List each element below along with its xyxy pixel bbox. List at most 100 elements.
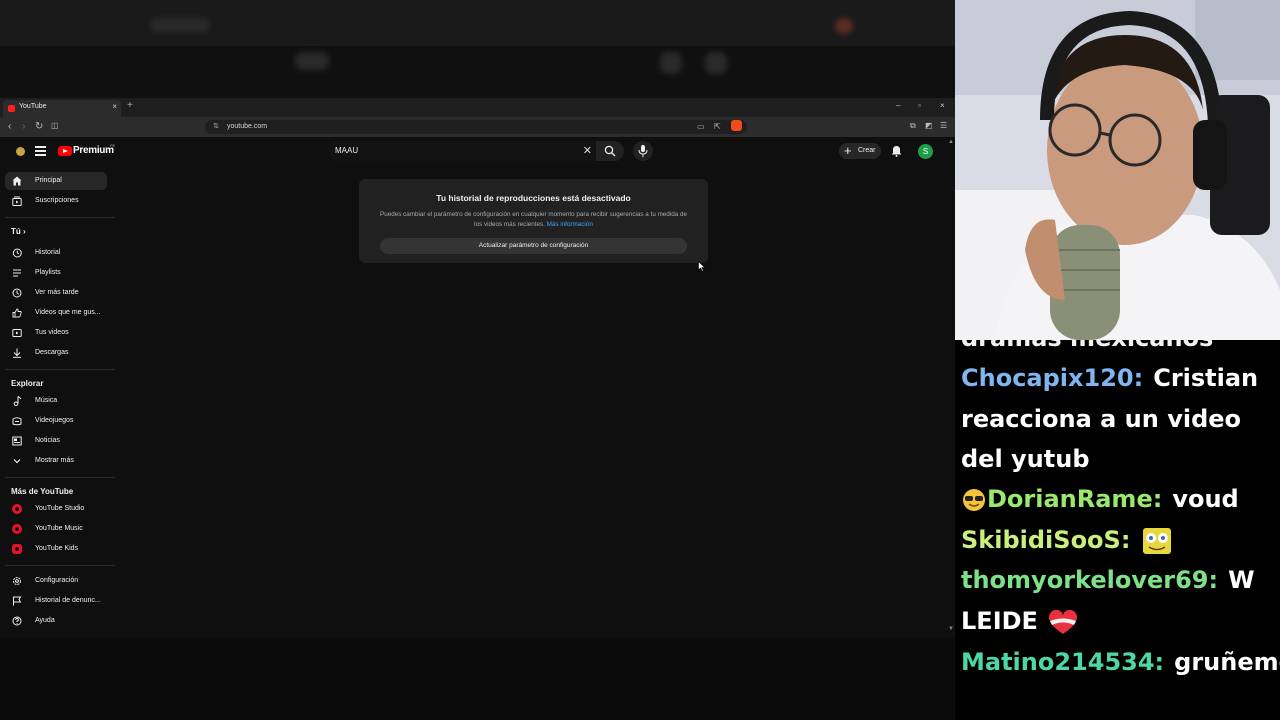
tab-close-icon[interactable]: ×: [112, 102, 117, 111]
notifications-bell-icon[interactable]: [891, 145, 902, 157]
sidebar-item-label: Suscripciones: [35, 197, 79, 204]
sidebar-item-news[interactable]: Noticias: [5, 432, 107, 450]
sidebar-item-watch-later[interactable]: Ver más tarde: [5, 284, 107, 302]
sidebar-item-subscriptions[interactable]: Suscripciones: [5, 192, 107, 210]
search-query: MAAU: [335, 146, 359, 155]
region-code: PE: [110, 143, 116, 148]
url-text: youtube.com: [227, 123, 268, 130]
like-icon: [12, 308, 22, 318]
flag-icon: [13, 596, 22, 606]
reload-icon[interactable]: ↻: [35, 121, 43, 132]
sidebar-item-history[interactable]: Historial: [5, 244, 107, 262]
sidebar-item-label: Playlists: [35, 269, 61, 276]
section-header-explore: Explorar: [11, 379, 44, 388]
back-icon[interactable]: ‹: [8, 121, 11, 132]
download-icon: [13, 348, 21, 358]
sidebar-item-youtube-studio[interactable]: YouTube Studio: [5, 500, 107, 518]
sidebar-item-downloads[interactable]: Descargas: [5, 344, 107, 362]
mouse-cursor-icon: [698, 261, 706, 272]
avatar[interactable]: S: [918, 144, 933, 159]
tab-bar: YouTube × + – ▫ ×: [0, 98, 955, 117]
address-bar[interactable]: ⇅ youtube.com ▭ ⇱: [205, 120, 747, 134]
chat-username: Chocapix120:: [961, 364, 1144, 392]
blurred-background: [0, 0, 955, 98]
sidebar-item-music[interactable]: Música: [5, 392, 107, 410]
sponge-emoji-icon: [1143, 528, 1172, 554]
plus-icon: +: [844, 143, 852, 158]
sidebar-item-settings[interactable]: Configuración: [5, 572, 107, 590]
sidebar-item-gaming[interactable]: Videojuegos: [5, 412, 107, 430]
browser-window: YouTube × + – ▫ × ‹ › ↻ ◫ ⇅ youtube.com …: [0, 98, 955, 638]
blurred-shape: [150, 18, 210, 32]
share-icon[interactable]: ⇱: [714, 122, 721, 131]
tab-youtube[interactable]: YouTube ×: [3, 100, 121, 117]
search-input[interactable]: MAAU ✕: [328, 141, 596, 161]
minimize-button[interactable]: –: [896, 101, 900, 110]
youtube-page: Premium PE MAAU ✕ + Crear S Principal Su…: [0, 137, 955, 638]
you-header-label: Tú: [11, 227, 21, 236]
help-icon: [12, 616, 22, 626]
playlists-icon: [13, 269, 21, 277]
sidebar-item-liked-videos[interactable]: Videos que me gus...: [5, 304, 107, 322]
chevron-down-icon: [13, 459, 21, 464]
extension-badge-icon[interactable]: [16, 147, 25, 156]
sidebar-item-label: Noticias: [35, 437, 60, 444]
site-info-icon[interactable]: ⇅: [213, 122, 219, 130]
youtube-studio-icon: [12, 504, 22, 514]
close-window-button[interactable]: ×: [940, 101, 945, 110]
logo-text[interactable]: Premium: [73, 145, 114, 156]
divider: [5, 217, 115, 218]
create-button[interactable]: + Crear: [839, 143, 881, 159]
chat-username: SkibidiSooS:: [961, 526, 1131, 554]
divider: [5, 477, 115, 478]
sidebar-item-label: Videojuegos: [35, 417, 74, 424]
sidebar-item-home[interactable]: Principal: [5, 172, 107, 190]
chat-text: dramas mexicanos: [961, 340, 1213, 352]
youtube-logo-icon[interactable]: [58, 146, 72, 156]
history-icon: [12, 248, 22, 258]
extensions-icon[interactable]: ⧉: [910, 121, 916, 131]
sidebar-item-youtube-kids[interactable]: YouTube Kids: [5, 540, 107, 558]
youtube-favicon-icon: [8, 105, 15, 112]
voice-search-button[interactable]: [633, 141, 653, 161]
search-button[interactable]: [596, 141, 624, 161]
sidebar-item-label: Historial: [35, 249, 61, 256]
sidebar-item-report-history[interactable]: Historial de denunc...: [5, 592, 107, 610]
new-tab-button[interactable]: +: [127, 100, 133, 111]
sidebar-toggle-icon[interactable]: ◫: [51, 121, 59, 130]
blurred-shape: [835, 18, 853, 34]
blurred-shape: [705, 52, 727, 74]
more-info-link[interactable]: Más información: [547, 221, 593, 228]
heart-emoji-icon: [1049, 609, 1078, 634]
sidebar-item-label: Principal: [35, 177, 62, 184]
section-header-more-from-youtube: Más de YouTube: [11, 487, 74, 496]
scroll-down-icon[interactable]: ▼: [948, 626, 954, 632]
tab-title: YouTube: [19, 103, 47, 110]
sidebar-item-label: Mostrar más: [35, 457, 74, 464]
streamer-webcam-image: [955, 0, 1280, 340]
clear-search-icon[interactable]: ✕: [583, 144, 592, 157]
menu-icon[interactable]: ☰: [940, 121, 947, 130]
hamburger-menu-icon[interactable]: [35, 146, 46, 156]
sidebar-item-label: Historial de denunc...: [35, 597, 101, 604]
maximize-button[interactable]: ▫: [918, 101, 921, 110]
cast-icon[interactable]: ▭: [697, 122, 705, 131]
scroll-up-icon[interactable]: ▲: [948, 139, 954, 145]
sunglasses-emoji-icon: [963, 489, 985, 511]
card-body-text: Puedes cambiar el parámetro de configura…: [380, 211, 687, 228]
create-label: Crear: [858, 147, 876, 154]
section-header-you[interactable]: Tú ›: [11, 227, 26, 236]
chat-username: thomyorkelover69:: [961, 566, 1219, 594]
sidebar-item-help[interactable]: Ayuda: [5, 612, 107, 630]
youtube-music-icon: [12, 524, 22, 534]
sidebar-item-show-more[interactable]: Mostrar más: [5, 452, 107, 470]
forward-icon[interactable]: ›: [22, 121, 25, 132]
wallet-icon[interactable]: ◩: [925, 121, 933, 130]
gear-icon: [13, 577, 21, 585]
update-settings-button[interactable]: Actualizar parámetro de configuración: [380, 238, 687, 254]
news-icon: [12, 436, 22, 446]
brave-shield-icon[interactable]: [731, 120, 742, 131]
sidebar-item-playlists[interactable]: Playlists: [5, 264, 107, 282]
sidebar-item-your-videos[interactable]: Tus videos: [5, 324, 107, 342]
sidebar-item-youtube-music[interactable]: YouTube Music: [5, 520, 107, 538]
